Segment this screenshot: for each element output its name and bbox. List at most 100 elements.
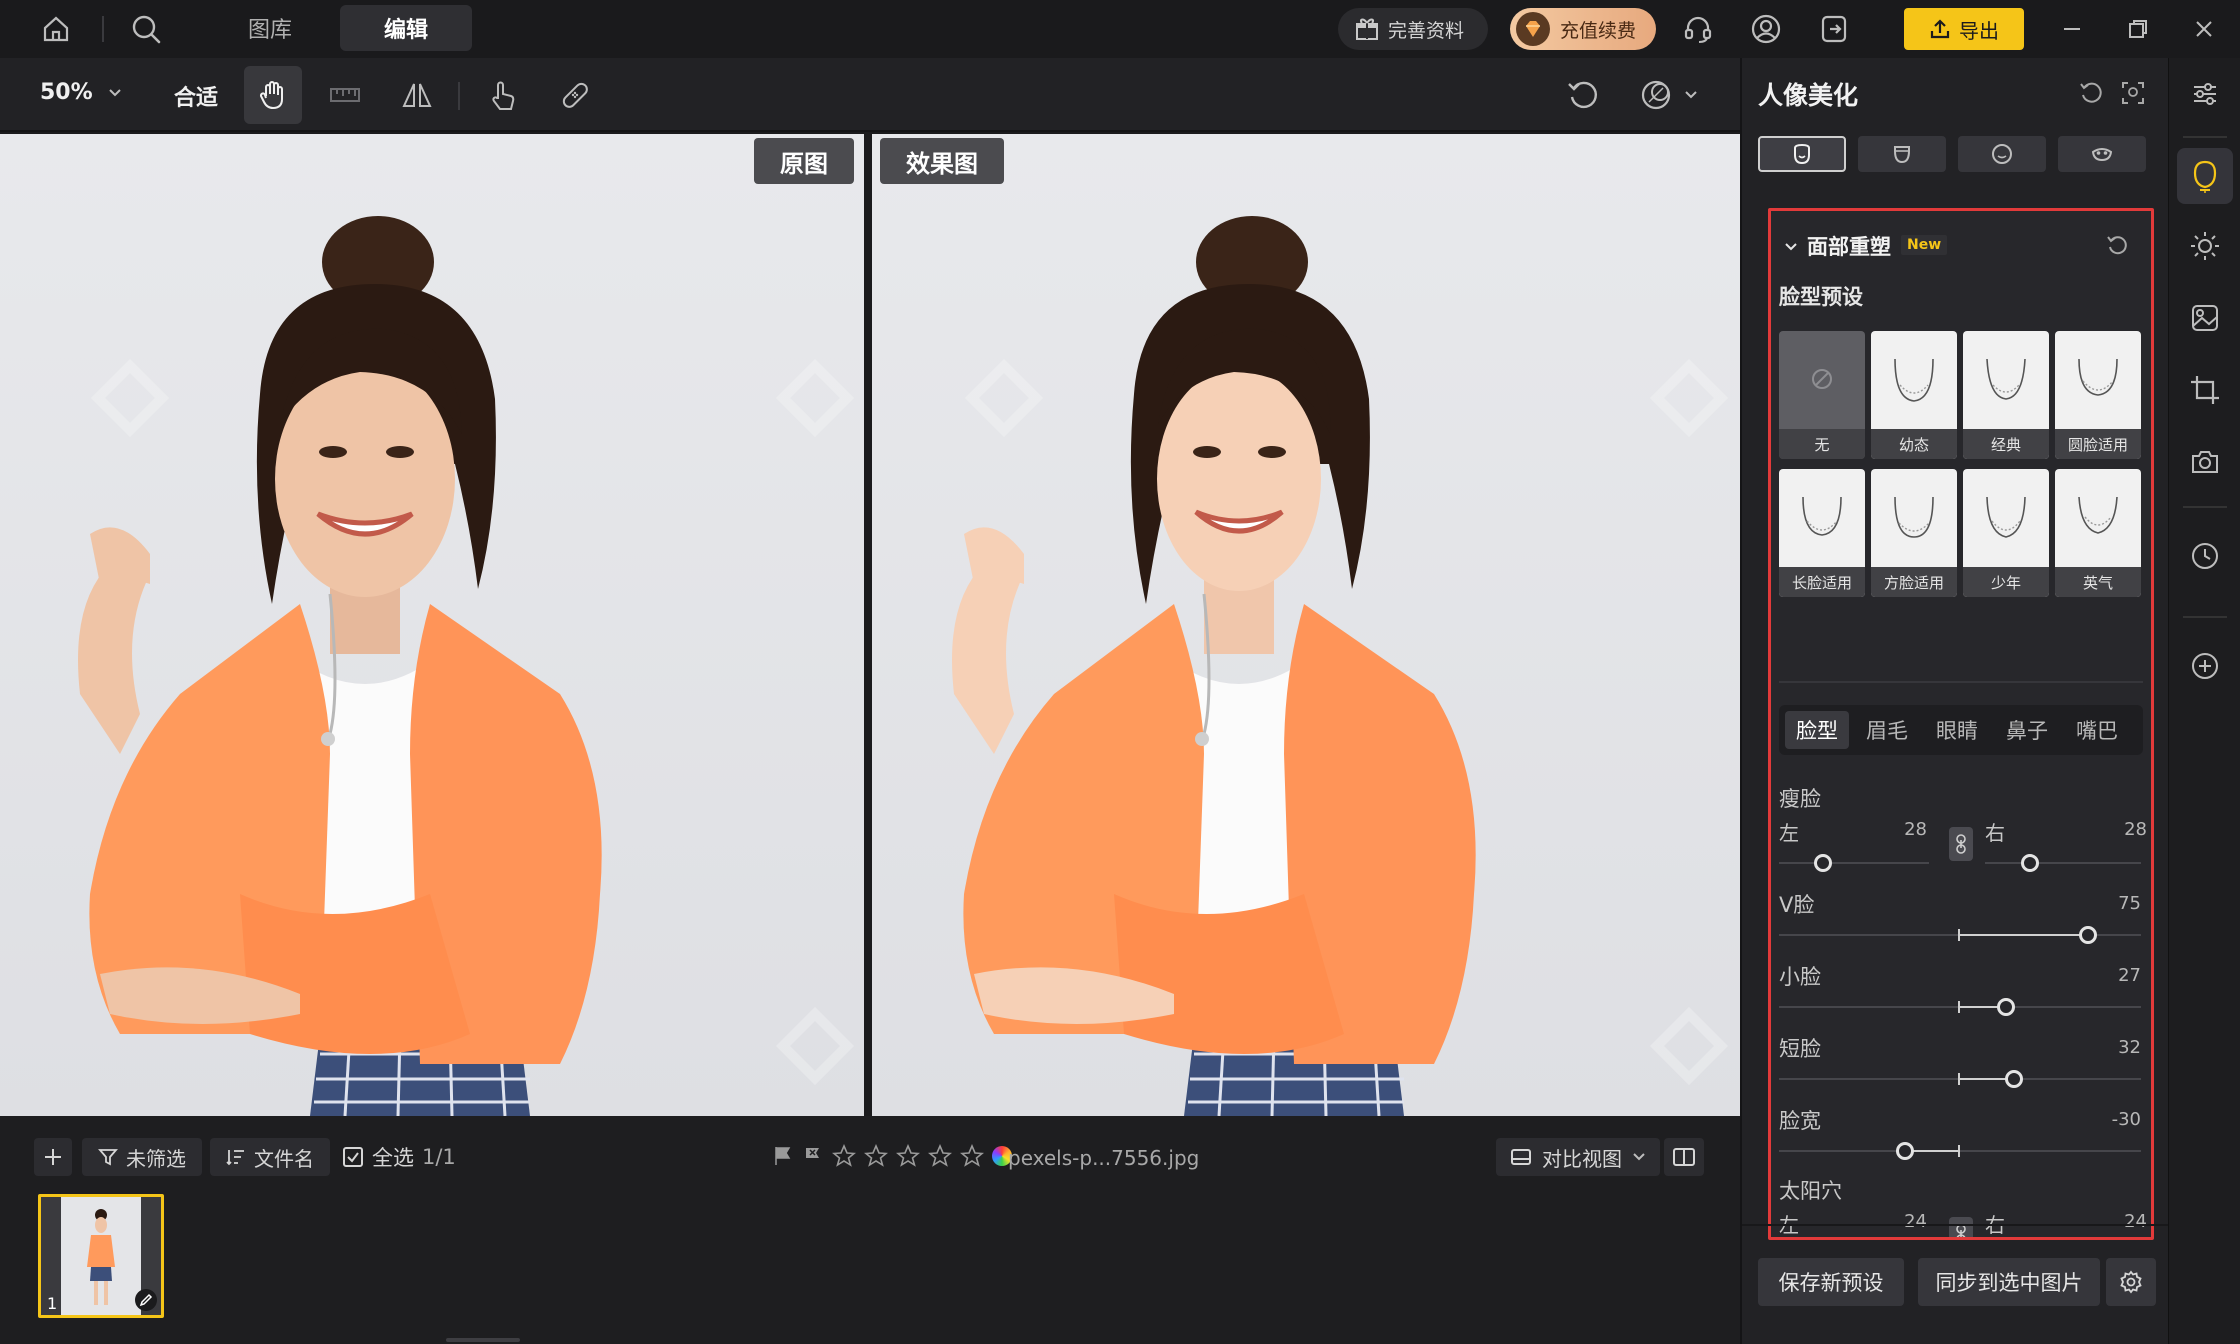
slim-face-right-track[interactable] <box>1985 862 2141 864</box>
tab-nose[interactable]: 鼻子 <box>1995 711 2059 749</box>
slim-face-left-slider-handle[interactable] <box>1814 854 1832 872</box>
recharge-button[interactable]: 充值续费 <box>1510 8 1656 50</box>
flag-icon[interactable] <box>772 1145 794 1167</box>
star-icon[interactable] <box>832 1144 856 1168</box>
filmstrip-scrollbar[interactable] <box>446 1338 520 1342</box>
home-icon[interactable] <box>36 9 76 49</box>
crop-icon[interactable] <box>2177 362 2233 418</box>
logout-icon[interactable] <box>1814 9 1854 49</box>
camera-icon[interactable] <box>2177 434 2233 490</box>
face-width-slider-handle[interactable] <box>1896 1142 1914 1160</box>
reject-flag-icon[interactable] <box>802 1145 824 1167</box>
light-icon[interactable] <box>2177 218 2233 274</box>
small-face-slider-handle[interactable] <box>1997 998 2015 1016</box>
tab-skin[interactable] <box>1958 136 2046 172</box>
reset-icon[interactable] <box>2078 80 2104 106</box>
compare-view-select[interactable]: 对比视图 <box>1496 1138 1660 1176</box>
thumbnail[interactable]: 1 <box>38 1194 164 1318</box>
compare-divider[interactable] <box>864 134 872 1116</box>
slim-face-right-label: 右 <box>1985 821 2005 845</box>
select-all-checkbox[interactable]: 全选 1/1 <box>342 1138 456 1176</box>
undo-icon[interactable] <box>1554 66 1612 124</box>
effect-photo[interactable]: 效果图 <box>872 134 1740 1116</box>
star-icon[interactable] <box>896 1144 920 1168</box>
close-icon[interactable] <box>2184 9 2224 49</box>
edited-icon <box>135 1289 157 1311</box>
tab-face-reshape[interactable] <box>1758 136 1846 172</box>
touch-tool-icon[interactable] <box>474 66 532 124</box>
face-width-track[interactable] <box>1779 1150 2141 1152</box>
adjust-sliders-icon[interactable] <box>2177 66 2233 122</box>
image-adjust-icon[interactable] <box>2177 290 2233 346</box>
tab-face-shape[interactable]: 脸型 <box>1785 711 1849 749</box>
complete-profile-button[interactable]: 完善资料 <box>1338 8 1488 50</box>
preset-heroic[interactable]: 英气 <box>2055 469 2141 597</box>
headset-icon[interactable] <box>1678 9 1718 49</box>
preset-classic[interactable]: 经典 <box>1963 331 2049 459</box>
export-button[interactable]: 导出 <box>1904 8 2024 50</box>
preset-heading: 脸型预设 <box>1779 285 1863 309</box>
original-photo[interactable]: 原图 <box>0 134 864 1116</box>
hand-tool-icon[interactable] <box>244 66 302 124</box>
chevron-down-icon <box>1685 91 1697 99</box>
tab-eyebrows[interactable]: 眉毛 <box>1855 711 1919 749</box>
slim-face-right-slider-handle[interactable] <box>2021 854 2039 872</box>
preset-none[interactable]: 无 <box>1779 331 1865 459</box>
preset-label: 方脸适用 <box>1871 567 1957 597</box>
v-face-value: 75 <box>2118 893 2141 914</box>
nav-tab-library[interactable]: 图库 <box>204 5 336 51</box>
preset-label: 经典 <box>1963 429 2049 459</box>
zoom-select[interactable]: 50% <box>40 80 123 105</box>
fit-button[interactable]: 合适 <box>174 80 218 112</box>
settings-button[interactable] <box>2106 1258 2156 1306</box>
save-preset-button[interactable]: 保存新预设 <box>1758 1258 1904 1306</box>
restore-icon[interactable] <box>2118 9 2158 49</box>
link-icon[interactable] <box>1949 1217 1973 1237</box>
panel-title: 人像美化 <box>1758 81 1859 110</box>
reset-icon[interactable] <box>2105 233 2129 257</box>
face-shape-icon <box>2078 496 2118 534</box>
preset-boyish[interactable]: 少年 <box>1963 469 2049 597</box>
face-detect-icon[interactable] <box>2120 80 2146 106</box>
search-icon[interactable] <box>126 9 166 49</box>
preset-youthful[interactable]: 幼态 <box>1871 331 1957 459</box>
overlay-select[interactable] <box>1624 66 1714 124</box>
v-face-label: V脸 <box>1779 893 1815 917</box>
star-icon[interactable] <box>928 1144 952 1168</box>
user-icon[interactable] <box>1746 9 1786 49</box>
link-icon[interactable] <box>1949 827 1973 861</box>
chevron-down-icon <box>108 88 121 96</box>
divider <box>1742 1224 2170 1226</box>
tab-makeup[interactable] <box>2058 136 2146 172</box>
star-icon[interactable] <box>960 1144 984 1168</box>
jaw-icon <box>1894 146 1910 164</box>
add-button[interactable] <box>34 1138 72 1176</box>
minimize-icon[interactable] <box>2052 9 2092 49</box>
star-icon[interactable] <box>864 1144 888 1168</box>
nav-tab-edit[interactable]: 编辑 <box>340 5 472 51</box>
tab-body[interactable] <box>1858 136 1946 172</box>
portrait-beauty-icon[interactable] <box>2177 148 2233 204</box>
slim-face-left-label: 左 <box>1779 821 1799 845</box>
v-face-slider-handle[interactable] <box>2079 926 2097 944</box>
tab-eyes[interactable]: 眼睛 <box>1925 711 1989 749</box>
sync-selected-button[interactable]: 同步到选中图片 <box>1918 1258 2100 1306</box>
preset-long-face[interactable]: 长脸适用 <box>1779 469 1865 597</box>
tab-mouth[interactable]: 嘴巴 <box>2065 711 2129 749</box>
mirror-icon[interactable] <box>388 66 446 124</box>
portrait-beauty-panel: 人像美化 面部重塑 New 脸型预设 无 幼态 经典 圆脸适用 长脸适用 方脸适… <box>1740 58 2170 1344</box>
preset-round-face[interactable]: 圆脸适用 <box>2055 331 2141 459</box>
short-face-slider-handle[interactable] <box>2005 1070 2023 1088</box>
split-view-button[interactable] <box>1664 1138 1704 1176</box>
chevron-down-icon[interactable] <box>1783 239 1799 255</box>
sort-button[interactable]: 文件名 <box>210 1138 330 1176</box>
preset-square-face[interactable]: 方脸适用 <box>1871 469 1957 597</box>
photo-canvas[interactable]: 原图 效果图 <box>0 134 1740 1116</box>
bandage-icon[interactable] <box>546 66 604 124</box>
filmstrip: 未筛选 文件名 全选 1/1 pexels-p...7556.jpg 对比视图 <box>0 1116 1740 1344</box>
add-tool-icon[interactable] <box>2177 638 2233 694</box>
history-icon[interactable] <box>2177 528 2233 584</box>
filter-button[interactable]: 未筛选 <box>82 1138 202 1176</box>
slim-face-left-track[interactable] <box>1779 862 1929 864</box>
ruler-icon[interactable] <box>316 66 374 124</box>
